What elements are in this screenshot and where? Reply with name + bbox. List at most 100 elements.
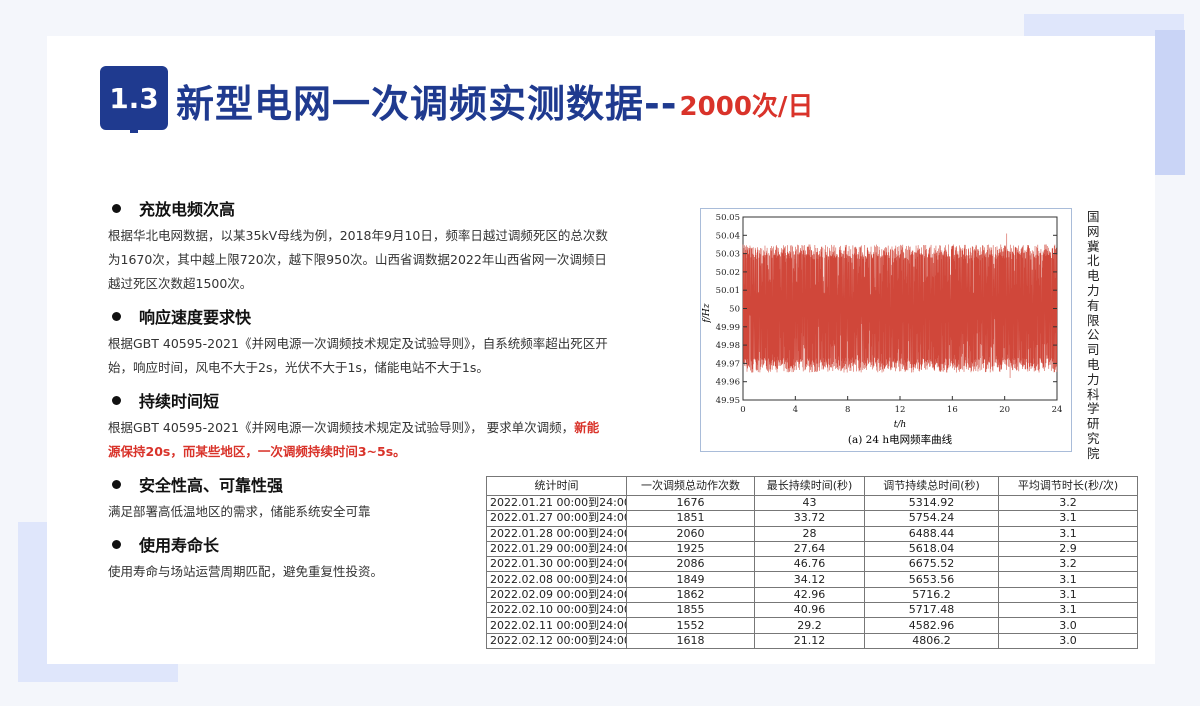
table-cell: 3.2 bbox=[998, 556, 1138, 573]
feature-heading-text: 响应速度要求快 bbox=[139, 308, 252, 327]
table-cell: 5716.2 bbox=[864, 586, 999, 604]
table-row: 2022.01.21 00:00到24:00 1676 43 5314.92 3.2 bbox=[486, 494, 1138, 512]
table-cell: 2022.02.10 00:00到24:00 bbox=[486, 602, 627, 619]
table-cell: 3.1 bbox=[998, 586, 1138, 604]
table-cell: 1618 bbox=[626, 632, 755, 649]
table-row: 2022.02.09 00:00到24:00 1862 42.96 5716.2 3.1 bbox=[486, 586, 1138, 604]
frequency-series-line bbox=[742, 233, 1058, 379]
table-cell: 2022.02.08 00:00到24:00 bbox=[486, 571, 627, 588]
feature-heading-text: 使用寿命长 bbox=[139, 536, 220, 555]
decor-block-bottom-left bbox=[18, 522, 48, 682]
table-cell: 5717.48 bbox=[864, 602, 999, 619]
table-cell: 43 bbox=[754, 494, 865, 512]
table-cell: 3.1 bbox=[998, 510, 1138, 527]
table-header-row: 统计时间 一次调频总动作次数 最长持续时间(秒) 调节持续总时间(秒) 平均调节… bbox=[486, 476, 1138, 496]
title-main: 新型电网一次调频实测数据-- bbox=[176, 81, 678, 126]
bullet-dot-icon bbox=[112, 539, 121, 549]
table-cell: 6675.52 bbox=[864, 556, 999, 573]
feature-item: 持续时间短 根据GBT 40595-2021《并网电源一次调频技术规定及试验导则… bbox=[108, 388, 608, 464]
chart-caption: (a) 24 h电网频率曲线 bbox=[848, 433, 953, 446]
table-cell: 1552 bbox=[626, 617, 755, 634]
table-row: 2022.01.29 00:00到24:00 1925 27.64 5618.04 2.… bbox=[486, 540, 1138, 558]
column-header: 平均调节时长(秒/次) bbox=[998, 476, 1138, 496]
table-row: 2022.02.11 00:00到24:00 1552 29.2 4582.96 3.0 bbox=[486, 617, 1138, 634]
table-cell: 1855 bbox=[626, 602, 755, 619]
table-cell: 1862 bbox=[626, 586, 755, 604]
section-number: 1.3 bbox=[109, 81, 159, 115]
x-tick-label: 0 bbox=[740, 405, 745, 415]
table-cell: 3.0 bbox=[998, 617, 1138, 634]
table-cell: 46.76 bbox=[754, 556, 865, 573]
table-cell: 5314.92 bbox=[864, 494, 999, 512]
table-cell: 2060 bbox=[626, 525, 755, 542]
table-cell: 2022.02.12 00:00到24:00 bbox=[486, 632, 627, 649]
feature-body: 根据GBT 40595-2021《并网电源一次调频技术规定及试验导则》，自系统频… bbox=[108, 336, 608, 375]
title-accent: 2000次/日 bbox=[679, 91, 814, 122]
badge-tab bbox=[130, 125, 138, 133]
table-cell: 3.1 bbox=[998, 571, 1138, 588]
feature-body: 根据GBT 40595-2021《并网电源一次调频技术规定及试验导则》， 要求单… bbox=[108, 416, 608, 464]
table-row: 2022.01.27 00:00到24:00 1851 33.72 5754.24 3.… bbox=[486, 510, 1138, 527]
table-cell: 29.2 bbox=[754, 617, 865, 634]
table-cell: 5653.56 bbox=[864, 571, 999, 588]
table-row: 2022.02.12 00:00到24:00 1618 21.12 4806.2 3.0 bbox=[486, 632, 1138, 649]
y-tick-label: 50 bbox=[729, 305, 740, 315]
table-cell: 40.96 bbox=[754, 602, 865, 619]
y-tick-label: 49.98 bbox=[716, 341, 740, 351]
table-cell: 2086 bbox=[626, 556, 755, 573]
feature-body-text: 根据GBT 40595-2021《并网电源一次调频技术规定及试验导则》， 要求单… bbox=[108, 420, 575, 435]
table-cell: 4582.96 bbox=[864, 617, 999, 634]
feature-heading-text: 充放电频次高 bbox=[139, 200, 236, 219]
column-header: 最长持续时间(秒) bbox=[754, 476, 865, 496]
statistics-table: 统计时间 一次调频总动作次数 最长持续时间(秒) 调节持续总时间(秒) 平均调节… bbox=[486, 476, 1138, 649]
feature-heading-text: 安全性高、可靠性强 bbox=[139, 476, 284, 495]
table-cell: 1849 bbox=[626, 571, 755, 588]
bullet-dot-icon bbox=[112, 395, 121, 405]
table-cell: 2022.02.09 00:00到24:00 bbox=[486, 586, 627, 604]
y-axis-label: f/Hz bbox=[702, 303, 712, 323]
frequency-chart-figure: 50.05 50.04 50.03 50.02 50.01 50 49.99 49.98 49.… bbox=[700, 208, 1072, 452]
table-cell: 3.1 bbox=[998, 525, 1138, 542]
table-cell: 28 bbox=[754, 525, 865, 542]
table-cell: 3.1 bbox=[998, 602, 1138, 619]
table-cell: 2022.01.21 00:00到24:00 bbox=[486, 494, 627, 512]
y-tick-label: 49.95 bbox=[716, 396, 740, 406]
statistics-table-wrap: 统计时间 一次调频总动作次数 最长持续时间(秒) 调节持续总时间(秒) 平均调节… bbox=[486, 476, 1138, 649]
bullet-dot-icon bbox=[112, 479, 121, 489]
table-cell: 2.9 bbox=[998, 540, 1138, 558]
x-axis-label: t/h bbox=[894, 420, 906, 430]
feature-heading: 响应速度要求快 bbox=[108, 304, 608, 328]
table-cell: 27.64 bbox=[754, 540, 865, 558]
y-tick-label: 49.99 bbox=[716, 323, 740, 333]
table-cell: 3.2 bbox=[998, 494, 1138, 512]
feature-heading-text: 持续时间短 bbox=[139, 392, 220, 411]
y-tick-label: 49.96 bbox=[716, 378, 740, 388]
table-cell: 2022.01.28 00:00到24:00 bbox=[486, 525, 627, 542]
feature-item: 响应速度要求快 根据GBT 40595-2021《并网电源一次调频技术规定及试验… bbox=[108, 304, 608, 380]
bullet-dot-icon bbox=[112, 311, 121, 321]
column-header: 一次调频总动作次数 bbox=[626, 476, 755, 496]
column-header: 统计时间 bbox=[486, 476, 627, 496]
y-tick-label: 49.97 bbox=[716, 359, 740, 369]
frequency-chart: 50.05 50.04 50.03 50.02 50.01 50 49.99 49.98 49.… bbox=[702, 213, 1062, 446]
x-tick-label: 20 bbox=[999, 405, 1010, 415]
table-cell: 3.0 bbox=[998, 632, 1138, 649]
table-row: 2022.02.10 00:00到24:00 1855 40.96 5717.48 3.… bbox=[486, 602, 1138, 619]
y-tick-label: 50.01 bbox=[716, 286, 740, 296]
table-cell: 2022.01.29 00:00到24:00 bbox=[486, 540, 627, 558]
x-tick-label: 8 bbox=[845, 405, 850, 415]
table-cell: 33.72 bbox=[754, 510, 865, 527]
decor-strip-top-right bbox=[1155, 30, 1185, 175]
x-tick-label: 16 bbox=[947, 405, 958, 415]
table-cell: 1851 bbox=[626, 510, 755, 527]
table-cell: 2022.01.27 00:00到24:00 bbox=[486, 510, 627, 527]
bullet-dot-icon bbox=[112, 203, 121, 213]
table-cell: 1676 bbox=[626, 494, 755, 512]
table-cell: 34.12 bbox=[754, 571, 865, 588]
table-row: 2022.01.28 00:00到24:00 2060 28 6488.44 3.1 bbox=[486, 525, 1138, 542]
table-row: 2022.01.30 00:00到24:00 2086 46.76 6675.52 3.… bbox=[486, 556, 1138, 573]
table-cell: 4806.2 bbox=[864, 632, 999, 649]
feature-heading: 充放电频次高 bbox=[108, 196, 608, 220]
table-cell: 2022.02.11 00:00到24:00 bbox=[486, 617, 627, 634]
x-tick-label: 4 bbox=[793, 405, 798, 415]
